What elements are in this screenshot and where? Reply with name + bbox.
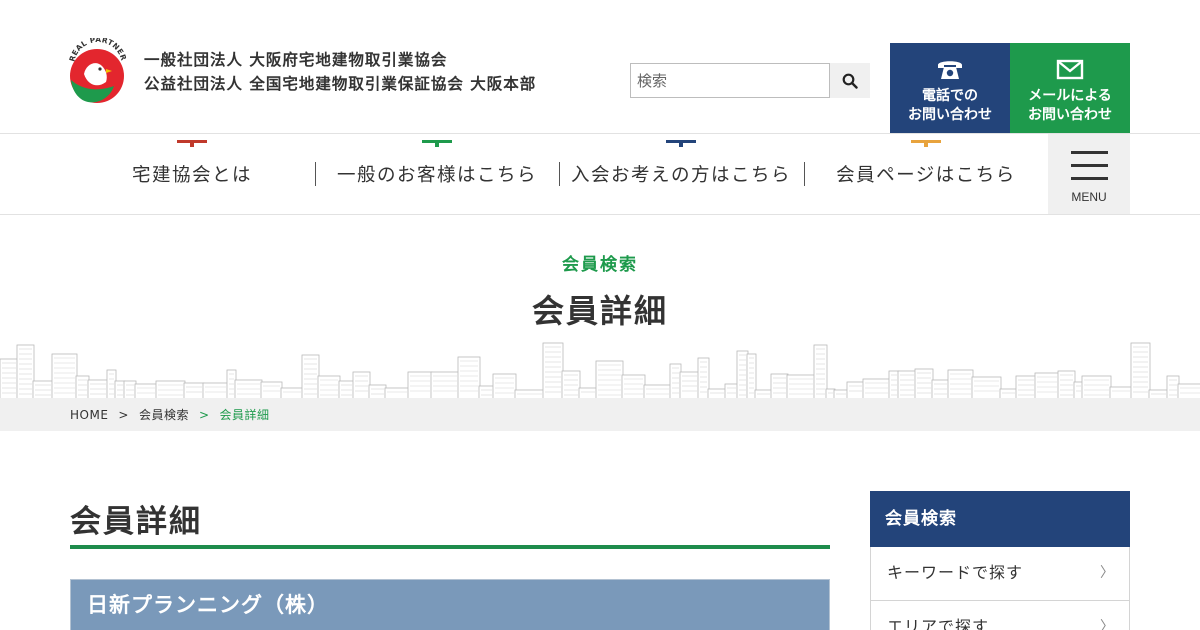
nav-item-membership[interactable]: 入会お考えの方はこちら: [559, 134, 803, 214]
sidebar-heading: 会員検索: [870, 491, 1130, 547]
skyline-building: [561, 370, 581, 400]
skyline-building: [888, 370, 900, 400]
skyline-building: [87, 379, 109, 400]
mail-contact-line-1: メールによる: [1028, 88, 1112, 104]
skyline-building: [595, 360, 624, 400]
sidebar-item-label: エリアで探す: [887, 617, 990, 630]
nav-item-about[interactable]: 宅建協会とは: [70, 134, 314, 214]
nav-accent-bar: [911, 140, 941, 147]
skyline-building: [669, 363, 682, 400]
nav-item-label: 入会お考えの方はこちら: [570, 165, 791, 186]
breadcrumb-member-search-link[interactable]: 会員検索: [139, 406, 189, 423]
phone-contact-button[interactable]: 電話での お問い合わせ: [890, 43, 1010, 133]
breadcrumb-home-link[interactable]: HOME: [70, 408, 108, 422]
mail-contact-line-2: お問い合わせ: [1028, 107, 1112, 123]
hamburger-icon: [1071, 151, 1108, 154]
phone-contact-line-1: 電話での: [922, 88, 978, 104]
phone-contact-line-2: お問い合わせ: [908, 107, 992, 123]
menu-label: MENU: [1071, 190, 1107, 204]
section-heading-underline: [70, 545, 830, 549]
organization-name: 一般社団法人 大阪府宅地建物取引業協会 公益社団法人 全国宅地建物取引業保証協会…: [144, 48, 536, 96]
skyline-building: [971, 376, 1002, 400]
skyline-building: [16, 344, 35, 400]
hero-subtitle: 会員検索: [562, 255, 638, 275]
nav-item-member-page[interactable]: 会員ページはこちら: [804, 134, 1048, 214]
nav-item-general-customers[interactable]: 一般のお客様はこちら: [315, 134, 559, 214]
page-title: 会員詳細: [531, 292, 668, 330]
real-partner-logo[interactable]: REAL PARTNER: [68, 38, 128, 108]
skyline-building: [317, 375, 341, 400]
skyline-building: [897, 370, 917, 400]
skyline-building: [234, 379, 263, 400]
nav-item-label: 会員ページはこちら: [836, 165, 1016, 186]
menu-button[interactable]: MENU: [1048, 134, 1130, 214]
skyline-building: [1015, 375, 1037, 400]
skyline-building: [542, 342, 564, 400]
hamburger-icon: [1071, 164, 1108, 167]
skyline-building: [1081, 375, 1112, 400]
nav-item-label: 一般のお客様はこちら: [336, 165, 537, 186]
skyline-building: [1166, 375, 1180, 400]
skyline-building: [457, 356, 481, 400]
section-heading: 会員詳細: [70, 504, 202, 540]
breadcrumb-separator: >: [118, 407, 129, 422]
mail-contact-button[interactable]: メールによる お問い合わせ: [1010, 43, 1130, 133]
hamburger-icon: [1071, 177, 1108, 180]
skyline-building: [862, 378, 891, 400]
company-name-bar: 日新プランニング（株）: [70, 579, 830, 630]
nav-divider-line: [0, 214, 1200, 215]
sidebar-item-label: キーワードで探す: [887, 563, 1024, 582]
search-icon: [842, 73, 858, 89]
phone-icon: [938, 61, 962, 79]
organization-line-2: 公益社団法人 全国宅地建物取引業保証協会 大阪本部: [144, 75, 537, 93]
breadcrumb: HOME > 会員検索 > 会員詳細: [0, 398, 1200, 431]
skyline-building: [301, 354, 320, 400]
city-skyline-illustration: [0, 342, 1200, 400]
mail-icon: [1056, 59, 1084, 80]
skyline-building: [697, 357, 710, 400]
skyline-building: [1057, 370, 1076, 400]
breadcrumb-current: 会員詳細: [219, 408, 270, 422]
skyline-building: [947, 369, 974, 400]
sidebar-item-area-search[interactable]: エリアで探す 〉: [870, 601, 1130, 630]
skyline-building: [75, 375, 90, 400]
nav-accent-bar: [177, 140, 207, 147]
nav-item-label: 宅建協会とは: [131, 165, 252, 186]
global-nav: 宅建協会とは 一般のお客様はこちら 入会お考えの方はこちら 会員ページはこちら …: [0, 134, 1200, 214]
skyline-building: [0, 358, 19, 400]
skyline-building: [813, 344, 828, 400]
sidebar-item-keyword-search[interactable]: キーワードで探す 〉: [870, 547, 1130, 601]
breadcrumb-separator: >: [198, 407, 210, 422]
skyline-building: [736, 350, 749, 400]
skyline-building: [914, 368, 934, 400]
chevron-right-icon: 〉: [1100, 619, 1115, 630]
skyline-building: [931, 379, 950, 400]
chevron-right-icon: 〉: [1100, 565, 1115, 581]
nav-accent-bar: [666, 140, 696, 147]
organization-line-1: 一般社団法人 大阪府宅地建物取引業協会: [144, 51, 448, 69]
skyline-building: [1130, 342, 1151, 400]
site-header: REAL PARTNER 一般社団法人 大阪府宅地建物取引業協会 公益社団法人 …: [0, 0, 1200, 133]
site-search: [630, 63, 870, 98]
search-input[interactable]: [630, 63, 830, 98]
nav-accent-bar: [422, 140, 452, 147]
search-button[interactable]: [830, 63, 870, 98]
